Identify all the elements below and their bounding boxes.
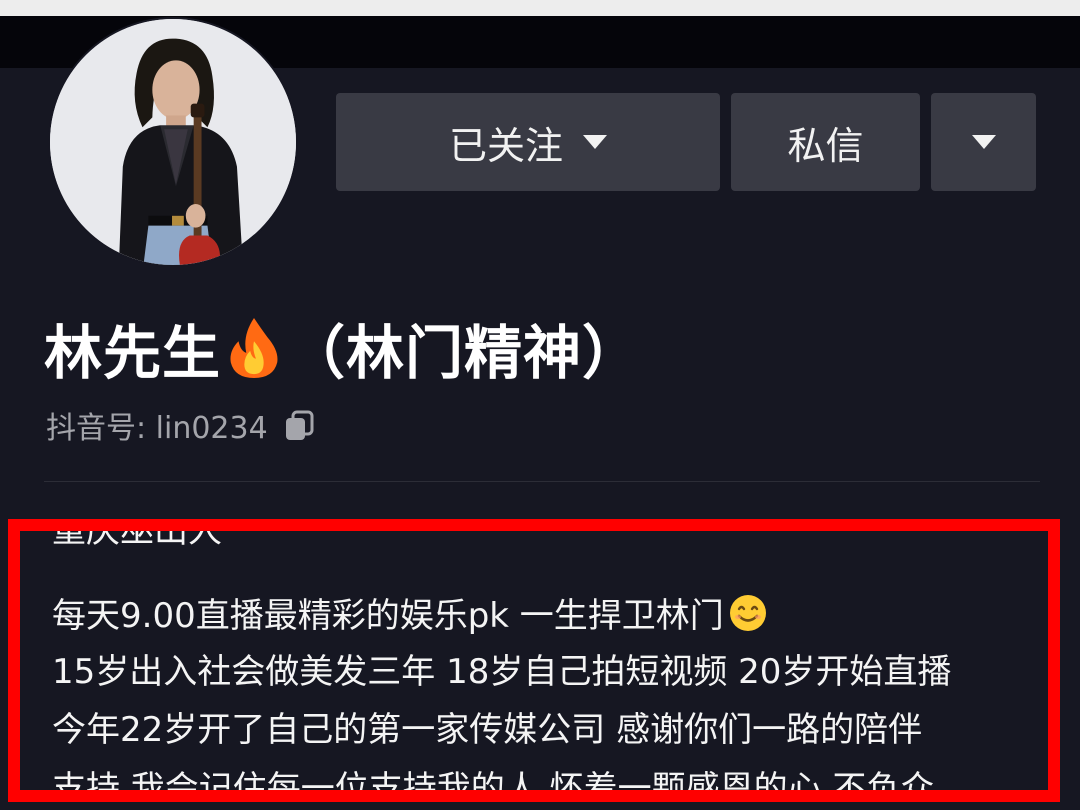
follow-button[interactable]: 已关注 (336, 93, 720, 191)
bio-line: 今年22岁开了自己的第一家传媒公司 感谢你们一路的陪伴 (52, 710, 923, 750)
bio-line: 15岁出入社会做美发三年 18岁自己拍短视频 20岁开始直播 (52, 652, 952, 692)
douyin-id-text: 抖音号: lin0234 (46, 411, 268, 446)
copy-icon[interactable] (282, 408, 316, 442)
top-strip (0, 0, 1080, 16)
douyin-id: 抖音号: lin0234 (46, 402, 316, 448)
bio-line: 每天9.00直播最精彩的娱乐pk 一生捍卫林门 (52, 593, 768, 636)
bio-line: 重庆巫山人 (52, 519, 222, 551)
follow-button-label: 已关注 (448, 123, 563, 168)
triangle-down-icon (583, 135, 607, 149)
divider (44, 481, 1040, 482)
bio-line-text: 每天9.00直播最精彩的娱乐pk 一生捍卫林门 (52, 596, 724, 636)
avatar[interactable] (48, 17, 298, 267)
fire-icon (225, 316, 283, 380)
profile-name: 林先生 （林门精神） (44, 308, 641, 388)
message-button-label: 私信 (787, 123, 864, 168)
message-button[interactable]: 私信 (731, 93, 920, 191)
smile-icon (728, 593, 768, 633)
display-name-suffix: （林门精神） (287, 319, 642, 387)
more-button[interactable] (931, 93, 1036, 191)
triangle-down-icon (971, 135, 996, 149)
bio-highlight-box: 重庆巫山人 每天9.00直播最精彩的娱乐pk 一生捍卫林门 15岁出入社会做美发… (8, 519, 1060, 802)
bio-line: 支持 我会记住每一位支持我的人 怀着一颗感恩的心 不负众 (52, 769, 935, 802)
display-name: 林先生 (44, 319, 222, 387)
avatar-photo (50, 19, 296, 265)
